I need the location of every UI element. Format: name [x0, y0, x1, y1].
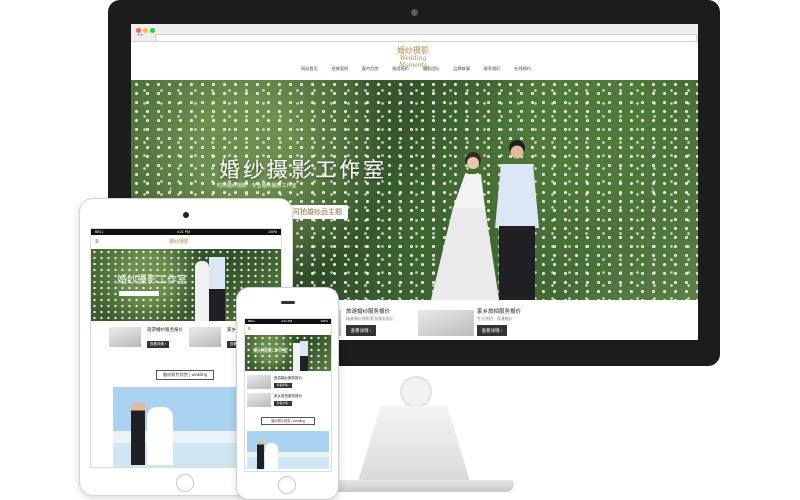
status-carrier: BELL: [95, 230, 104, 234]
service-image[interactable]: [189, 327, 221, 347]
service-desc: 专业旅拍 · 浪漫婚纱: [477, 316, 513, 321]
status-battery: 100%: [320, 319, 328, 323]
service-detail-button[interactable]: 查看详情 ›: [274, 401, 292, 406]
menu-icon[interactable]: ≡: [248, 326, 251, 332]
monitor-power-button: [400, 376, 432, 408]
phone-hero-title: 婚纱摄影工作室: [253, 348, 289, 354]
tablet-camera: [183, 212, 189, 218]
section-tag: 婚纱照片欣赏 | wedding: [261, 417, 315, 425]
service-title: 家乡旅拍服务报价: [274, 394, 302, 398]
beach-photo[interactable]: [247, 431, 329, 469]
phone-speaker: [281, 301, 295, 304]
groom-figure: [300, 341, 308, 371]
service-image[interactable]: [247, 393, 271, 407]
nav-item-story[interactable]: 品牌故事: [453, 66, 470, 72]
minimize-dot-icon[interactable]: [143, 28, 148, 33]
phone-status-bar: BELL 4:21 PM 100%: [245, 319, 331, 324]
bride-figure: [195, 261, 209, 321]
service-image[interactable]: [247, 375, 271, 389]
bride-figure: [147, 407, 173, 465]
phone-screen: BELL 4:21 PM 100% ≡ 婚纱摄影工作室 旅游婚纱服务报价 查看详…: [244, 318, 332, 472]
nav-item-cases[interactable]: 经典案例: [331, 66, 348, 72]
nav-item-contact[interactable]: 联系我们: [484, 66, 501, 72]
service-title: 旅游婚纱服务报价: [274, 376, 302, 380]
service-image[interactable]: [418, 310, 474, 336]
phone-home-button: [278, 476, 296, 494]
tablet-hero-button[interactable]: [119, 291, 159, 296]
nav-item-pricing[interactable]: 服务报价: [392, 66, 409, 72]
service-title: 家乡旅拍服务报价: [477, 309, 522, 315]
hero-title: 婚纱摄影工作室: [219, 158, 387, 182]
groom-figure: [495, 140, 539, 300]
service-title: 旅游婚纱服务报价: [346, 309, 391, 315]
monitor-base: [316, 480, 514, 492]
groom-figure: [131, 403, 145, 465]
address-bar[interactable]: [155, 34, 697, 42]
tablet-hero-title: 婚纱摄影工作室: [117, 275, 187, 286]
status-carrier: BELL: [248, 319, 256, 323]
back-forward-icon[interactable]: ◂ ▸: [137, 32, 143, 38]
status-battery: 100%: [268, 230, 277, 234]
service-detail-button[interactable]: 查看详情 ›: [147, 341, 169, 348]
service-desc: 精美婚纱摄影套系服务报价: [346, 316, 394, 321]
tablet-home-button: [176, 474, 194, 492]
nav-item-booking[interactable]: 在线预约: [514, 66, 531, 72]
status-time: 4:21 PM: [177, 230, 191, 234]
maximize-dot-icon[interactable]: [150, 28, 155, 33]
browser-chrome: ◂ ▸: [131, 24, 698, 42]
bride-figure: [265, 443, 278, 469]
menu-icon[interactable]: ≡: [95, 239, 99, 245]
monitor-camera: [411, 9, 418, 16]
groom-figure: [257, 441, 264, 469]
service-image[interactable]: [109, 327, 141, 347]
service-detail-button[interactable]: 查看详情 ›: [274, 383, 292, 388]
service-title: 旅游婚纱服务报价: [147, 327, 183, 332]
service-detail-button[interactable]: 查看详情 ›: [346, 325, 376, 336]
nav-item-gallery[interactable]: 客片欣赏: [362, 66, 379, 72]
nav-item-team[interactable]: 摄影团队: [423, 66, 440, 72]
bride-figure: [293, 343, 300, 371]
hero-subtitle: 时尚婚纱摄影 · 专业婚纱摄影工作室: [217, 183, 297, 189]
monitor-stand: [358, 406, 470, 482]
tablet-logo[interactable]: 婚纱摄影: [169, 238, 189, 245]
section-tag: 婚纱照片欣赏 | wedding: [156, 370, 214, 380]
phone-hero: 婚纱摄影工作室: [245, 335, 331, 371]
hero-next-icon[interactable]: ›: [651, 184, 654, 195]
main-nav: 网站首页 经典案例 客片欣赏 服务报价 摄影团队 品牌故事 联系我们 在线预约: [301, 66, 531, 72]
hero-prev-icon[interactable]: ‹: [169, 184, 172, 195]
groom-figure: [209, 257, 225, 321]
tablet-status-bar: BELL 4:21 PM 100%: [91, 229, 281, 235]
nav-item-home[interactable]: 网站首页: [301, 66, 318, 72]
service-detail-button[interactable]: 查看详情 ›: [477, 325, 507, 336]
logo-text-cn: 婚纱摄影: [397, 46, 429, 55]
status-time: 4:21 PM: [281, 319, 293, 323]
